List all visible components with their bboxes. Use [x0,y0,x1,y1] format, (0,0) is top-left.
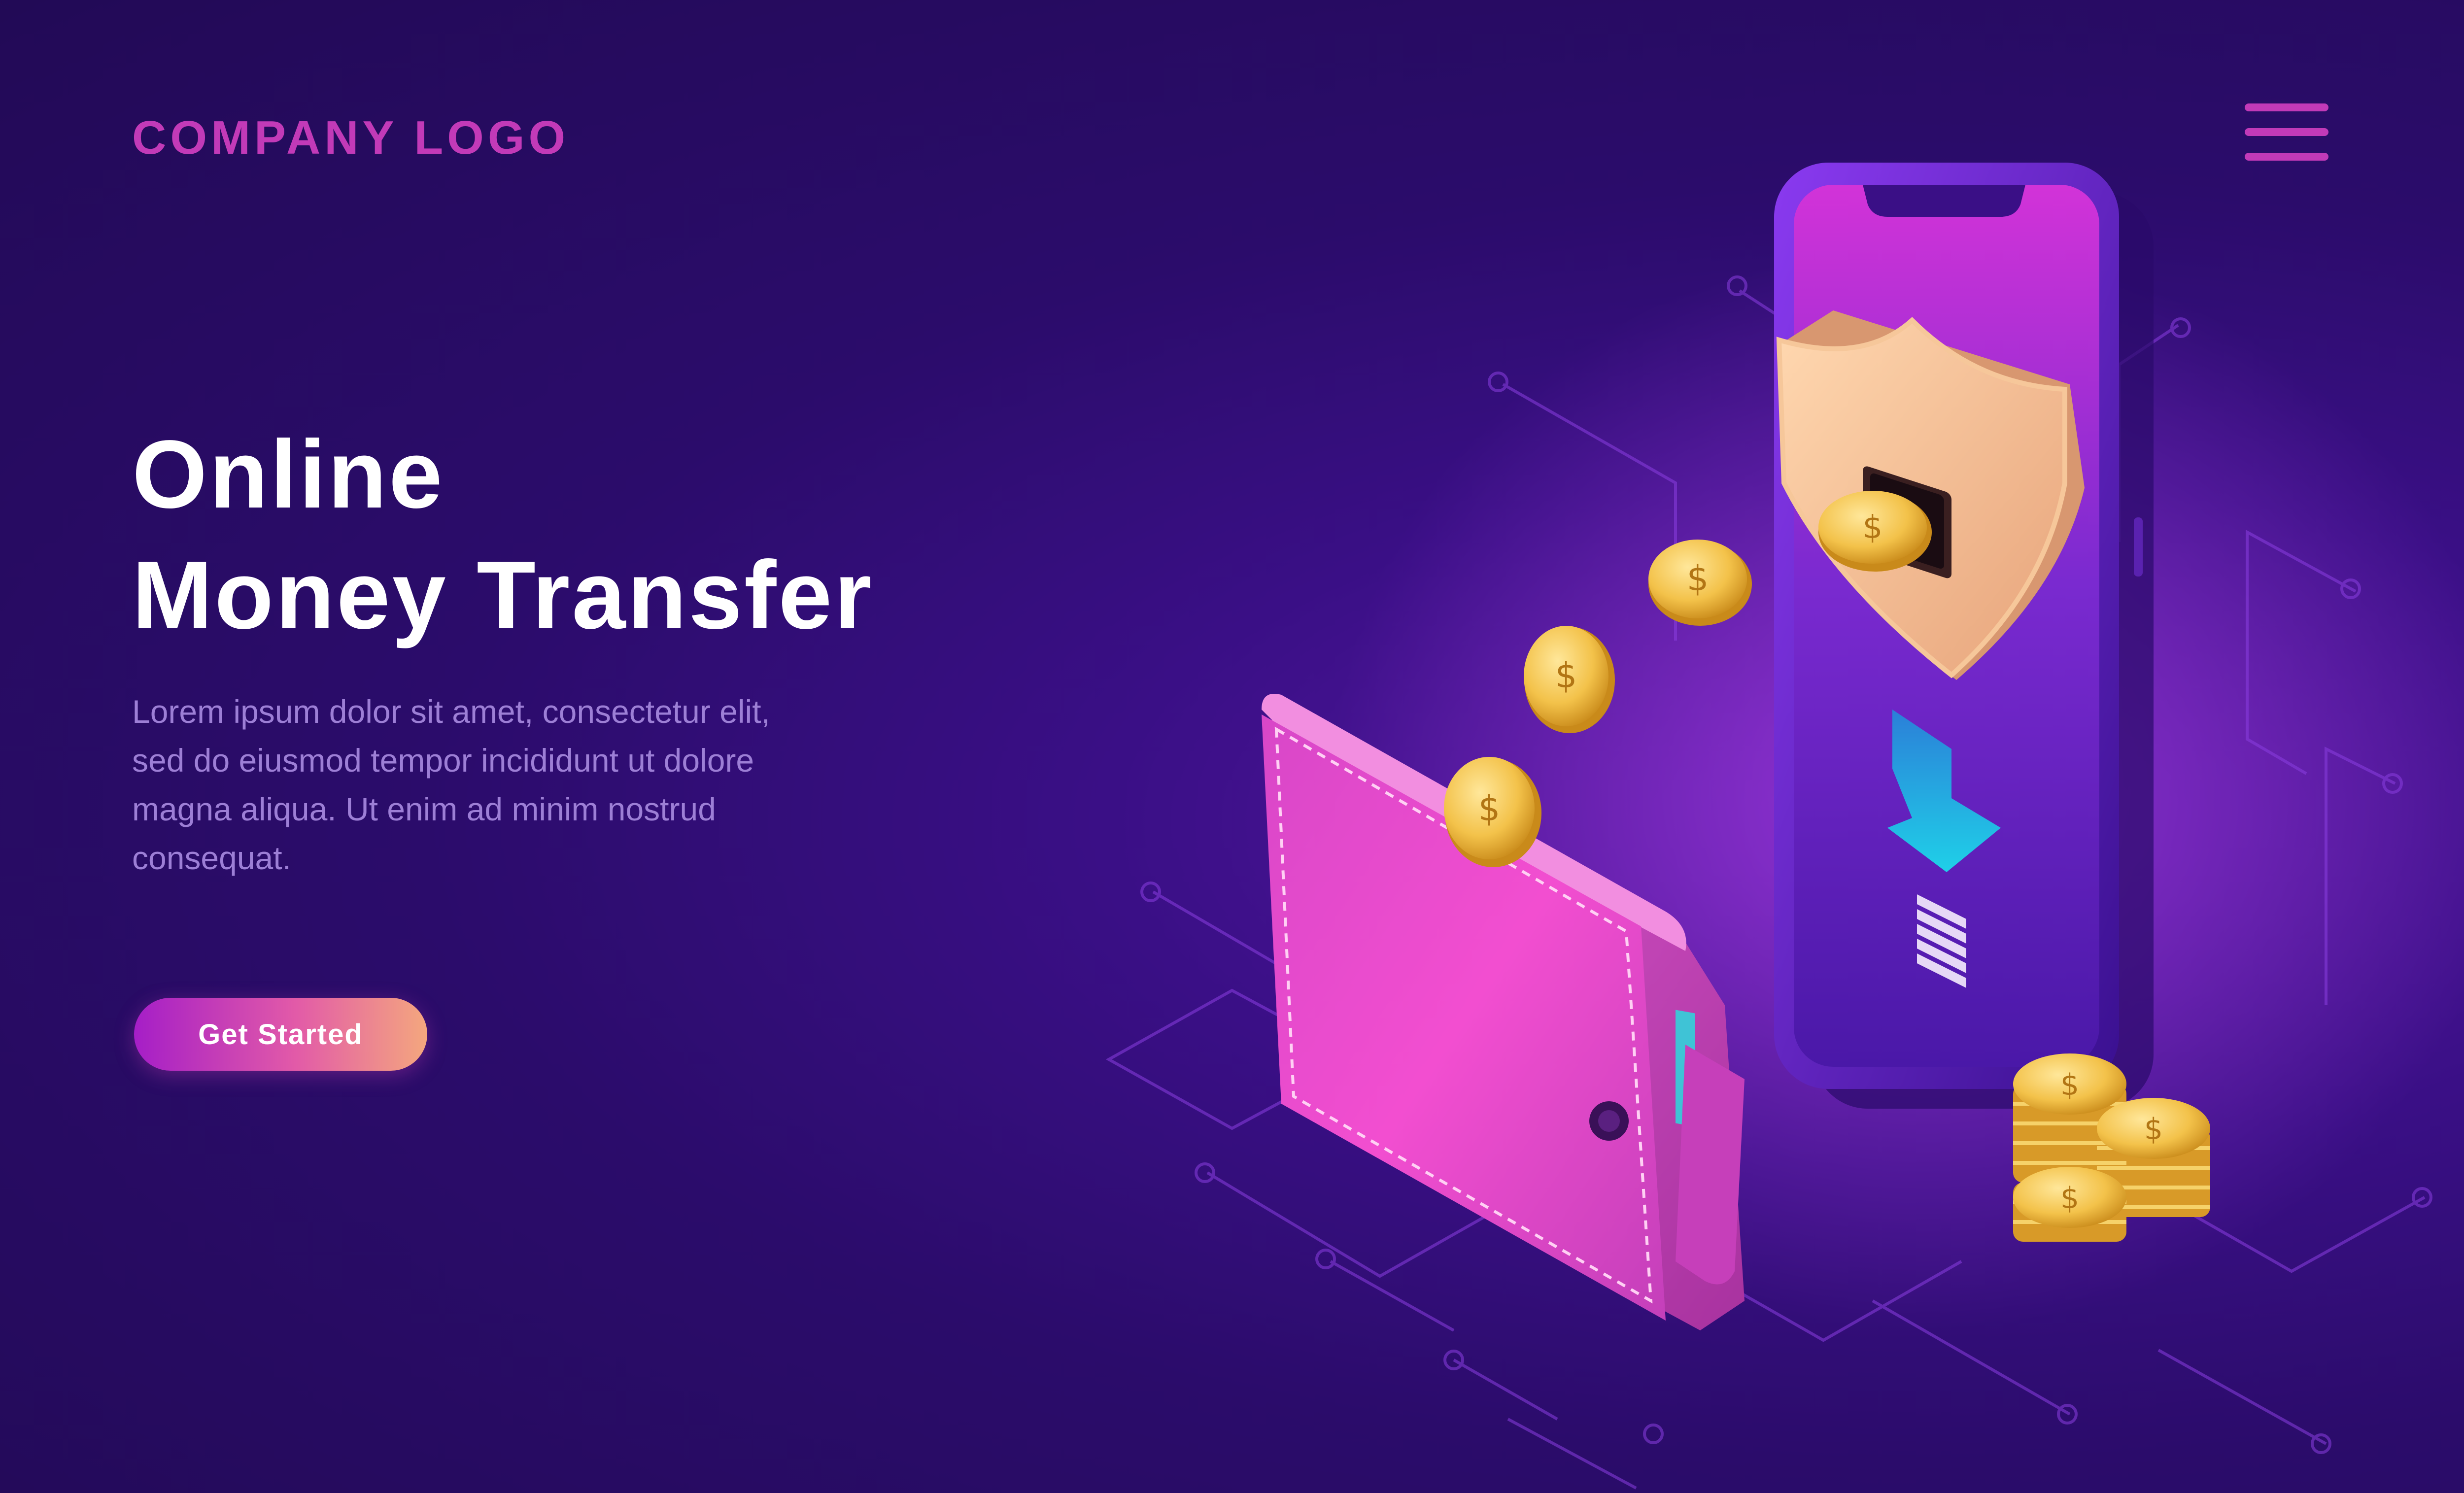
svg-text:$: $ [2060,1181,2079,1216]
hero-illustration: $ $ $ $ $ $ $ [1105,163,2464,1490]
svg-text:$: $ [1863,509,1883,546]
svg-text:$: $ [1555,655,1577,696]
svg-text:$: $ [2060,1068,2079,1102]
svg-text:$: $ [1478,788,1501,829]
svg-text:$: $ [2144,1112,2163,1147]
svg-text:$: $ [1687,558,1709,599]
